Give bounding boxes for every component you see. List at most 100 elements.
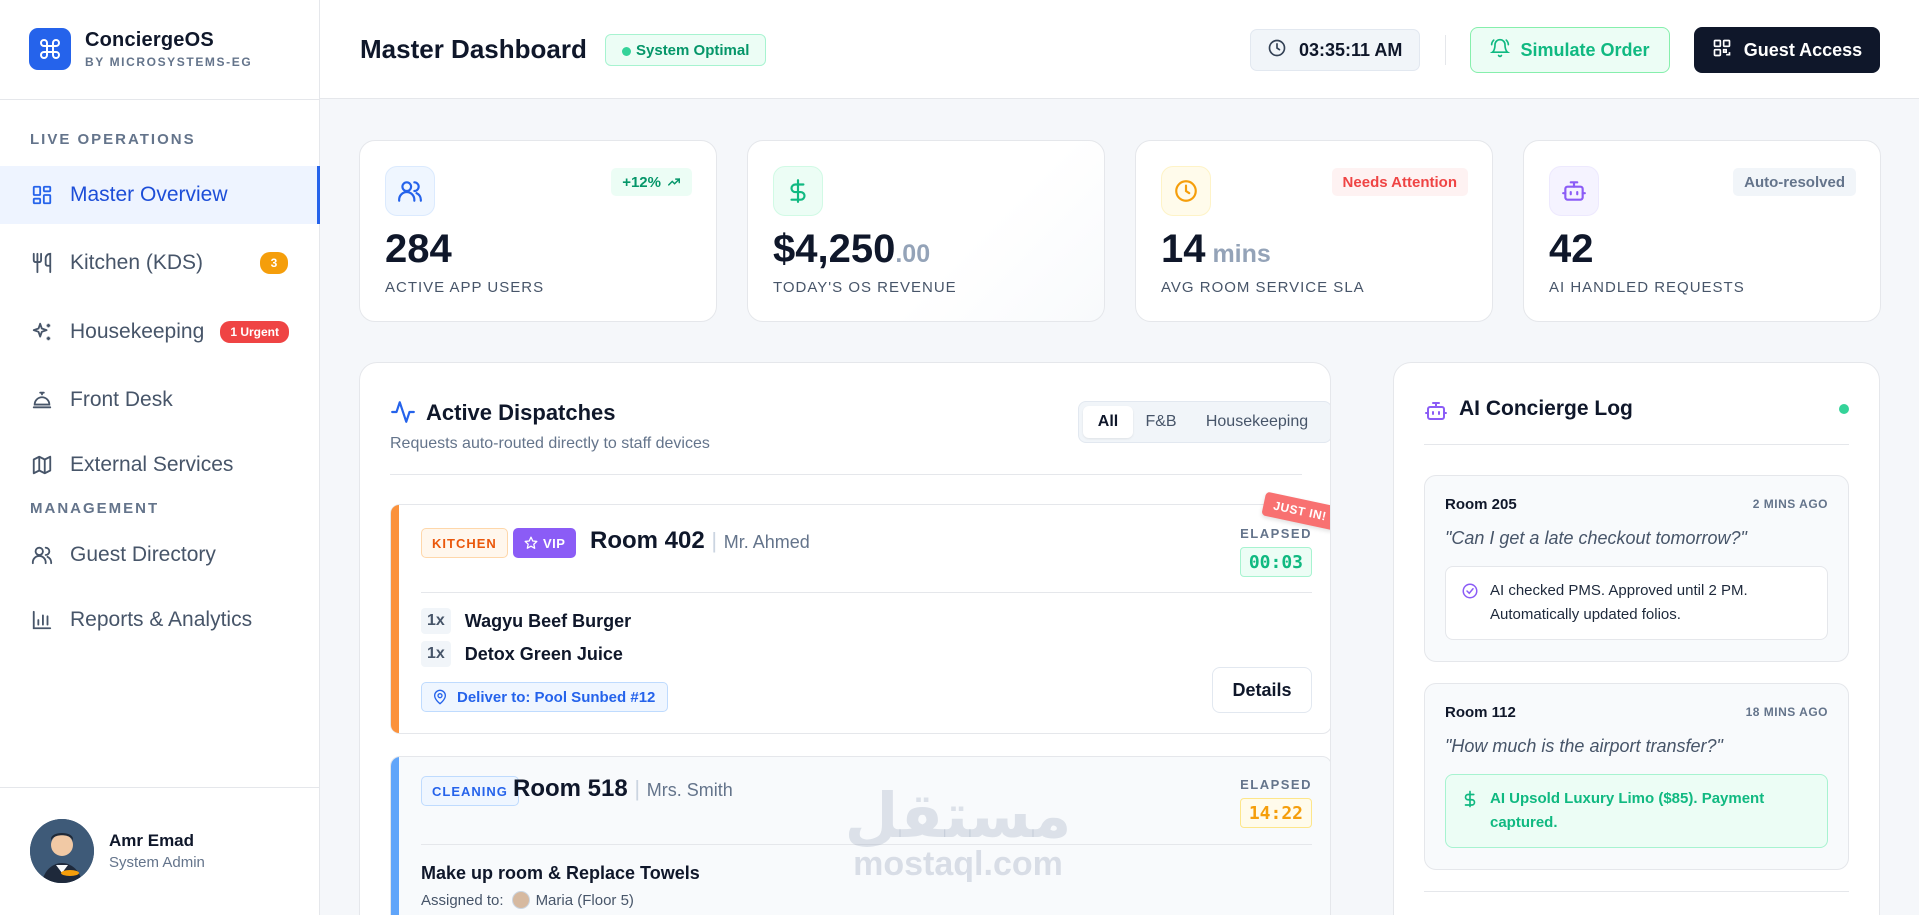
dispatch-card[interactable]: CLEANING Room 518 | Mrs. Smith ELAPSED 1… xyxy=(390,756,1330,915)
user-profile[interactable]: Amr Emad System Admin xyxy=(0,787,320,915)
item-quantity: 1x xyxy=(421,641,451,667)
elapsed-label: ELAPSED xyxy=(1240,777,1312,792)
ai-response-text: AI checked PMS. Approved until 2 PM. Aut… xyxy=(1490,582,1748,623)
log-room: Room 112 xyxy=(1445,704,1516,721)
user-role: System Admin xyxy=(109,854,205,871)
vip-label: VIP xyxy=(543,535,566,551)
sidebar-item-guest-directory[interactable]: Guest Directory xyxy=(0,526,320,584)
page-title: Master Dashboard xyxy=(360,34,587,64)
room-number: Room 518 | Mrs. Smith xyxy=(513,775,733,803)
sidebar-item-master-overview[interactable]: Master Overview xyxy=(0,166,320,224)
bell-concierge-icon xyxy=(30,388,54,412)
clock-icon xyxy=(1267,38,1287,63)
guest-message: "How much is the airport transfer?" xyxy=(1445,736,1723,756)
brand-subtitle: BY MICROSYSTEMS-EG xyxy=(85,55,253,69)
delivery-location: Deliver to: Pool Sunbed #12 xyxy=(421,682,669,712)
dispatch-card[interactable]: JUST IN! KITCHEN VIP Room 402 | Mr. Ahme… xyxy=(390,491,1330,734)
category-tag: CLEANING xyxy=(421,776,519,806)
stat-card-sla: Needs Attention 14 mins AVG ROOM SERVICE… xyxy=(1135,140,1493,322)
tab-housekeeping[interactable]: Housekeeping xyxy=(1189,406,1325,438)
divider xyxy=(421,592,1312,593)
status-badge: System Optimal xyxy=(605,34,767,66)
app-root: ConciergeOS BY MICROSYSTEMS-EG LIVE OPER… xyxy=(0,0,1919,915)
users-icon xyxy=(385,166,435,216)
guest-access-label: Guest Access xyxy=(1743,39,1863,60)
stat-value: 42 xyxy=(1549,227,1594,272)
details-button[interactable]: Details xyxy=(1212,667,1312,713)
bell-ring-icon xyxy=(1490,38,1511,63)
sidebar-item-reports[interactable]: Reports & Analytics xyxy=(0,591,320,649)
sidebar-item-label: Reports & Analytics xyxy=(70,608,253,631)
assignee-avatar xyxy=(511,891,530,909)
stat-number: 14 xyxy=(1161,227,1206,271)
sidebar-item-label: Guest Directory xyxy=(70,543,216,566)
brand-name: ConciergeOS xyxy=(85,29,214,51)
room-number: Room 402 | Mr. Ahmed xyxy=(590,527,810,555)
log-entry[interactable]: Room 205 2 MINS AGO "Can I get a late ch… xyxy=(1424,475,1849,662)
divider xyxy=(390,474,1302,475)
active-dispatches-panel: Active Dispatches Requests auto-routed d… xyxy=(359,362,1331,915)
sidebar-item-kitchen[interactable]: Kitchen (KDS) 3 xyxy=(0,234,320,292)
check-circle-icon xyxy=(1461,582,1479,608)
sidebar-item-external-services[interactable]: External Services xyxy=(0,436,320,494)
robot-icon xyxy=(1424,399,1448,428)
assignment: Assigned to: Maria (Floor 5) xyxy=(421,891,634,909)
dollar-icon xyxy=(1461,790,1479,816)
divider xyxy=(1445,35,1446,65)
panel-title: AI Concierge Log xyxy=(1459,397,1633,420)
ai-response-text: AI Upsold Luxury Limo ($85). Payment cap… xyxy=(1490,790,1765,831)
room-label: Room 518 xyxy=(513,775,628,802)
star-icon xyxy=(524,536,538,549)
log-entry[interactable]: Room 112 18 MINS AGO "How much is the ai… xyxy=(1424,683,1849,870)
guest-name: Mrs. Smith xyxy=(646,780,733,800)
dispatch-filter-tabs: All F&B Housekeeping xyxy=(1078,401,1330,443)
trend-value: +12% xyxy=(622,173,661,191)
utensils-icon xyxy=(30,251,54,275)
sidebar-item-label: External Services xyxy=(70,453,234,476)
tab-fnb[interactable]: F&B xyxy=(1133,406,1189,438)
kitchen-count-badge: 3 xyxy=(260,252,288,274)
stat-card-ai-requests: Auto-resolved 42 AI HANDLED REQUESTS xyxy=(1523,140,1881,322)
item-name: Detox Green Juice xyxy=(464,643,623,664)
clock-icon xyxy=(1161,166,1211,216)
section-live-operations: LIVE OPERATIONS xyxy=(30,131,196,148)
log-room: Room 205 xyxy=(1445,496,1517,513)
divider xyxy=(421,844,1312,845)
avatar xyxy=(30,819,94,883)
ai-concierge-log-panel: AI Concierge Log Room 205 2 MINS AGO "Ca… xyxy=(1393,362,1880,915)
brand[interactable]: ConciergeOS BY MICROSYSTEMS-EG xyxy=(29,28,252,70)
stat-card-active-users: +12% 284 ACTIVE APP USERS xyxy=(359,140,717,322)
assigned-label: Assigned to: xyxy=(421,891,504,909)
stat-value: 284 xyxy=(385,227,452,272)
guest-access-button[interactable]: Guest Access xyxy=(1694,27,1880,73)
separator: | xyxy=(634,776,641,801)
stat-label: TODAY'S OS REVENUE xyxy=(773,279,957,296)
order-item: 1x Wagyu Beef Burger xyxy=(421,608,631,634)
command-icon xyxy=(29,28,71,70)
separator: | xyxy=(711,528,718,553)
stat-number: $4,250 xyxy=(773,227,896,271)
tab-all[interactable]: All xyxy=(1083,406,1133,438)
dashboard-icon xyxy=(30,183,54,207)
status-stripe xyxy=(391,505,399,733)
elapsed-label: ELAPSED xyxy=(1240,526,1312,541)
stat-label: AI HANDLED REQUESTS xyxy=(1549,279,1745,296)
divider xyxy=(1424,444,1849,445)
map-pin-icon xyxy=(433,689,447,705)
simulate-order-button[interactable]: Simulate Order xyxy=(1470,27,1670,73)
user-name: Amr Emad xyxy=(109,831,195,850)
assignee-name: Maria (Floor 5) xyxy=(535,891,634,909)
just-in-ribbon: JUST IN! xyxy=(1261,491,1330,531)
sidebar-item-front-desk[interactable]: Front Desk xyxy=(0,371,320,429)
divider xyxy=(0,99,320,100)
guest-message: "Can I get a late checkout tomorrow?" xyxy=(1445,528,1747,548)
sidebar-item-label: Front Desk xyxy=(70,388,173,411)
status-stripe xyxy=(391,757,399,915)
panel-title: Active Dispatches xyxy=(426,400,616,425)
sidebar: ConciergeOS BY MICROSYSTEMS-EG LIVE OPER… xyxy=(0,0,320,915)
vip-badge: VIP xyxy=(513,528,577,558)
live-indicator xyxy=(1839,404,1849,414)
sidebar-item-label: Kitchen (KDS) xyxy=(70,251,204,274)
bar-chart-icon xyxy=(30,608,54,632)
sidebar-item-housekeeping[interactable]: Housekeeping 1 Urgent xyxy=(0,303,320,361)
